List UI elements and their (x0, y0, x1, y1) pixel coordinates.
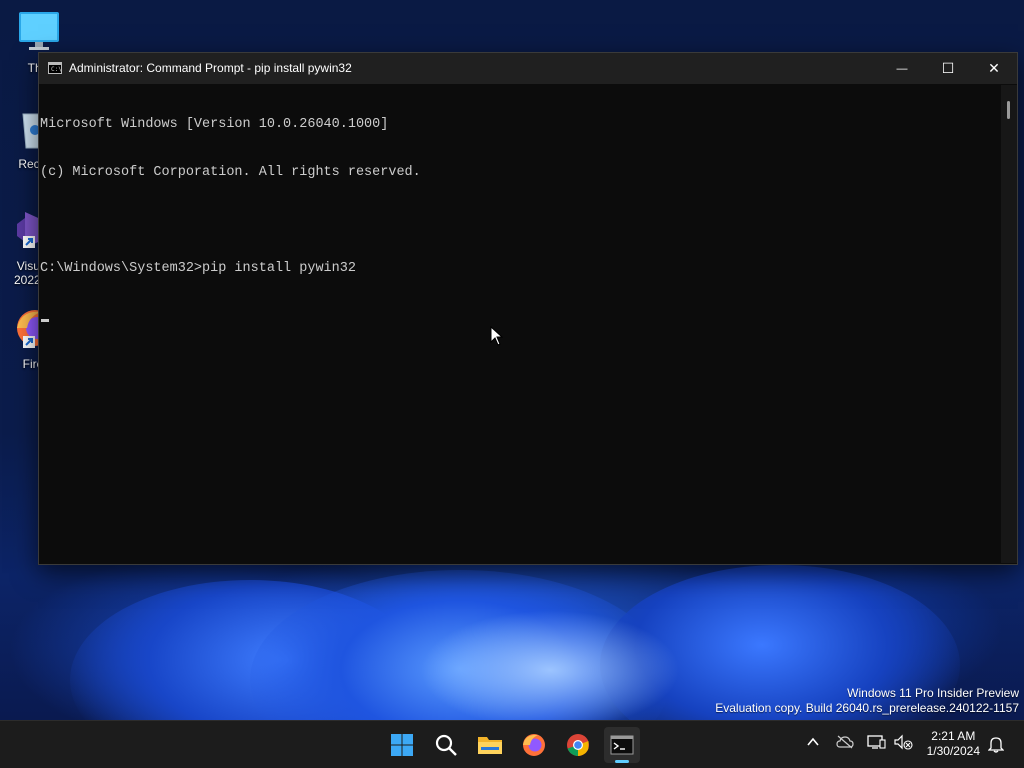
monitor-icon (19, 12, 59, 50)
taskbar-search-button[interactable] (428, 727, 464, 763)
search-icon (435, 734, 457, 756)
maximize-icon: ☐ (941, 60, 955, 76)
volume-tray-button[interactable] (893, 734, 913, 753)
console-line: C:\Windows\System32>pip install pywin32 (40, 261, 356, 276)
watermark-line1: Windows 11 Pro Insider Preview (847, 686, 1019, 700)
active-app-indicator (615, 760, 629, 763)
close-button[interactable]: ✕ (971, 53, 1017, 84)
firefox-icon (523, 734, 545, 756)
folder-icon (478, 737, 502, 754)
title-bar[interactable]: C:\ Administrator: Command Prompt - pip … (39, 53, 1017, 84)
chevron-up-icon (807, 737, 819, 746)
windows-logo-icon (391, 734, 413, 756)
network-icon (867, 735, 886, 749)
clock-date: 1/30/2024 (926, 744, 980, 758)
bell-icon (987, 737, 1005, 753)
console-output[interactable]: Microsoft Windows [Version 10.0.26040.10… (39, 85, 1000, 563)
mouse-pointer-icon (490, 326, 504, 346)
minimize-icon: — (896, 62, 908, 75)
taskbar-chrome[interactable] (560, 727, 596, 763)
command-prompt-icon: C:\ (48, 62, 62, 74)
scrollbar-thumb[interactable] (1007, 101, 1010, 119)
terminal-icon (610, 735, 634, 755)
clock-time: 2:21 AM (931, 729, 976, 743)
start-button[interactable] (384, 727, 420, 763)
window-title: Administrator: Command Prompt - pip inst… (69, 61, 352, 75)
taskbar: 2:21 AM 1/30/2024 (0, 720, 1024, 768)
taskbar-file-explorer[interactable] (472, 727, 508, 763)
taskbar-firefox[interactable] (516, 727, 552, 763)
console-cursor-line (40, 309, 1000, 325)
clock[interactable]: 2:21 AM 1/30/2024 (927, 729, 980, 759)
command-prompt-window[interactable]: C:\ Administrator: Command Prompt - pip … (38, 52, 1018, 565)
wallpaper-swirl (420, 610, 680, 720)
network-tray-button[interactable] (866, 734, 886, 753)
show-hidden-icons-button[interactable] (806, 735, 820, 752)
console-line: (c) Microsoft Corporation. All rights re… (40, 165, 421, 180)
notifications-button[interactable] (987, 735, 1005, 756)
console-line: Microsoft Windows [Version 10.0.26040.10… (40, 117, 389, 132)
minimize-button[interactable]: — (879, 53, 925, 84)
onedrive-tray-button[interactable] (836, 735, 854, 752)
volume-muted-icon (894, 734, 913, 750)
cloud-offline-icon (836, 735, 854, 749)
taskbar-terminal[interactable] (604, 727, 640, 763)
vertical-scrollbar[interactable] (1001, 85, 1017, 563)
close-icon: ✕ (988, 60, 1000, 76)
text-cursor (41, 319, 49, 322)
chrome-icon (567, 734, 589, 756)
maximize-button[interactable]: ☐ (925, 53, 971, 84)
watermark-line2: Evaluation copy. Build 26040.rs_prerelea… (715, 701, 1019, 715)
